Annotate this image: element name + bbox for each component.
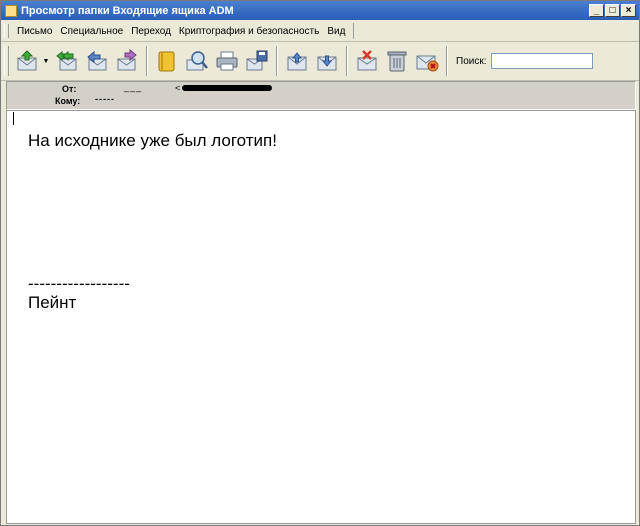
app-window: Просмотр папки Входящие ящика ADM _ □ × …: [0, 0, 640, 526]
mark-spam-icon: [416, 55, 439, 72]
mark-spam-button[interactable]: [414, 48, 440, 74]
get-mail-icon: [17, 50, 37, 71]
toolbar-divider: [446, 46, 448, 76]
from-label: От:: [62, 84, 77, 94]
delete-message-button[interactable]: [354, 48, 380, 74]
menu-item-view[interactable]: Вид: [323, 24, 349, 39]
app-icon: [5, 4, 17, 17]
menu-grip[interactable]: [4, 24, 9, 38]
forward-button[interactable]: [114, 48, 140, 74]
title-bar[interactable]: Просмотр папки Входящие ящика ADM _ □ ×: [1, 1, 639, 20]
text-caret: [13, 112, 14, 125]
menu-bar: Письмо Специальное Переход Криптография …: [1, 21, 639, 42]
print-button[interactable]: [214, 48, 240, 74]
print-icon: [216, 51, 238, 71]
toolbar-divider: [146, 46, 148, 76]
signature-separator: ------------------: [28, 274, 130, 293]
menu-end-divider: [353, 23, 355, 39]
from-name[interactable]: ___: [124, 82, 142, 92]
delete-message-icon: [357, 50, 377, 71]
maximize-button[interactable]: □: [605, 4, 620, 17]
message-header-pane: От: ___ < Кому: -----: [6, 81, 636, 110]
search-input[interactable]: [490, 53, 593, 69]
minimize-button[interactable]: _: [589, 4, 604, 17]
toolbar-divider: [346, 46, 348, 76]
next-message-button[interactable]: [314, 48, 340, 74]
save-button[interactable]: [244, 48, 270, 74]
next-message-icon: [317, 55, 337, 71]
to-label: Кому:: [55, 96, 81, 106]
forward-icon: [117, 49, 137, 71]
toolbar-divider: [276, 46, 278, 76]
find-button[interactable]: [184, 48, 210, 74]
previous-message-icon: [287, 52, 307, 71]
menu-item-go[interactable]: Переход: [127, 24, 175, 39]
menu-item-special[interactable]: Специальное: [56, 24, 127, 39]
address-book-icon: [158, 51, 175, 72]
window-title: Просмотр папки Входящие ящика ADM: [21, 4, 234, 17]
window-controls: _ □ ×: [589, 4, 636, 17]
signature-text: Пейнт: [28, 293, 77, 312]
find-icon: [186, 51, 208, 71]
reply-all-button[interactable]: [54, 48, 80, 74]
reply-all-icon: [56, 50, 77, 71]
redacted-email: [182, 85, 272, 91]
toolbar-grip[interactable]: [4, 46, 9, 76]
to-recipient[interactable]: -----: [95, 94, 115, 104]
toolbar: ▼ Поиск:: [1, 42, 639, 81]
message-body[interactable]: На исходнике уже был логотип! ----------…: [6, 110, 636, 524]
close-button[interactable]: ×: [621, 4, 636, 17]
trash-button[interactable]: [384, 48, 410, 74]
get-mail-dropdown[interactable]: ▼: [42, 48, 50, 74]
trash-icon: [387, 51, 407, 72]
search-label: Поиск:: [456, 55, 487, 67]
message-text: На исходнике уже был логотип!: [28, 131, 277, 150]
previous-message-button[interactable]: [284, 48, 310, 74]
from-email-bracket: <: [175, 83, 181, 93]
menu-item-letter[interactable]: Письмо: [13, 24, 56, 39]
menu-item-crypto[interactable]: Криптография и безопасность: [175, 24, 323, 39]
reply-icon: [87, 50, 107, 71]
get-mail-button[interactable]: [14, 48, 40, 74]
address-book-button[interactable]: [154, 48, 180, 74]
reply-button[interactable]: [84, 48, 110, 74]
save-icon: [246, 50, 268, 71]
